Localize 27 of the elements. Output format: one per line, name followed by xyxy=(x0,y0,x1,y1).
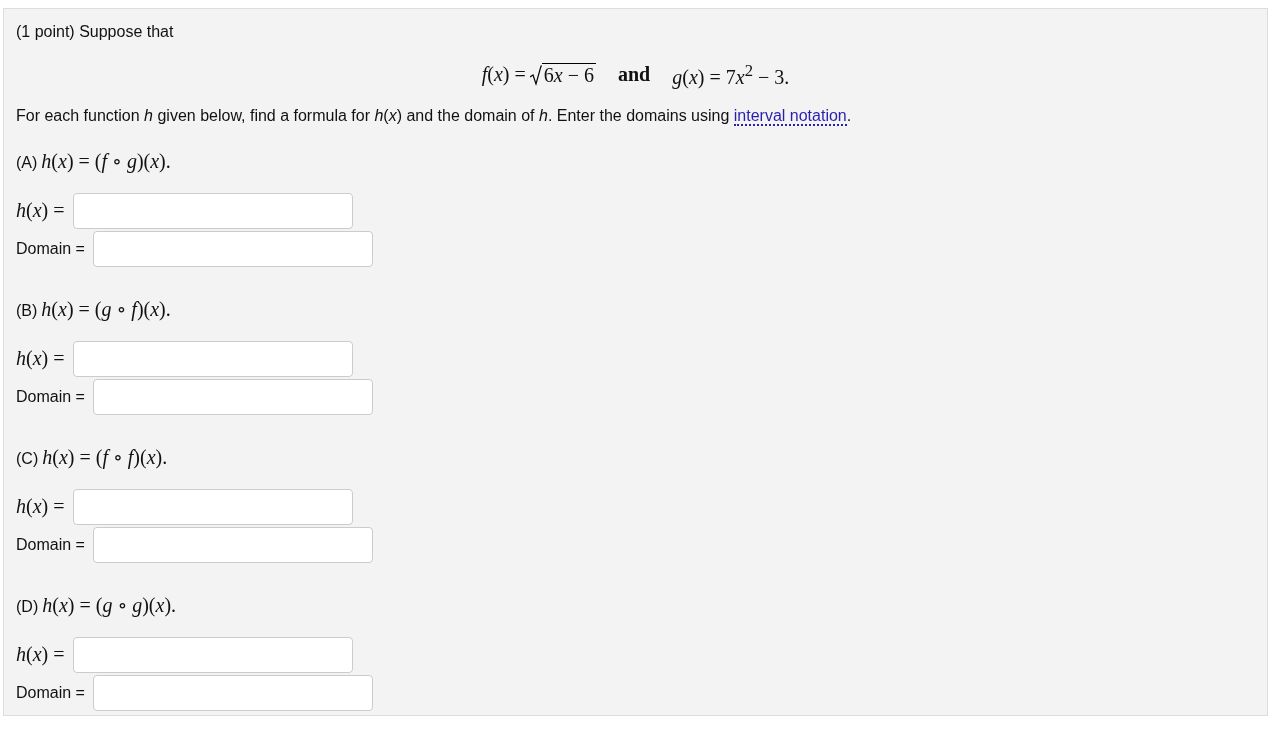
intro-text: (1 point) Suppose that xyxy=(16,23,175,41)
answer-field[interactable] xyxy=(72,488,353,525)
part-heading: (B) h(x) = (g ∘ f)(x). xyxy=(16,296,172,321)
answer-field[interactable] xyxy=(72,192,353,229)
domain-label: Domain = xyxy=(16,535,85,554)
domain-label: Domain = xyxy=(16,683,85,702)
domain-label: Domain = xyxy=(16,387,85,406)
part-heading: (A) h(x) = (f ∘ g)(x). xyxy=(16,148,172,173)
instruction-text: For each function h given below, find a formula for h(x) and the domain of h. Enter the domains using interval notation. xyxy=(16,106,853,125)
domain-label: Domain = xyxy=(16,239,85,258)
domain-field[interactable] xyxy=(92,526,373,563)
formula-g: g(x) = 7x$^{2}$ − 3. xyxy=(672,61,790,89)
radical-sign-icon xyxy=(529,64,542,87)
part-heading: (C) h(x) = (f ∘ f)(x). xyxy=(16,444,169,469)
part-heading: (D) h(x) = (g ∘ g)(x). xyxy=(16,592,178,617)
answer-field[interactable] xyxy=(72,636,353,673)
answer-label: h(x) = xyxy=(16,643,65,667)
answer-label: h(x) = xyxy=(16,495,65,519)
answer-label: h(x) = xyxy=(16,347,65,371)
answer-label: h(x) = xyxy=(16,199,65,223)
and-text: and xyxy=(618,63,651,87)
domain-field[interactable] xyxy=(92,230,373,267)
formula-f: f(x) = 6x − 6 xyxy=(481,62,596,87)
domain-field[interactable] xyxy=(92,674,373,711)
domain-field[interactable] xyxy=(92,378,373,415)
interval-notation-link[interactable]: interval notation xyxy=(733,106,847,126)
answer-field[interactable] xyxy=(72,340,353,377)
